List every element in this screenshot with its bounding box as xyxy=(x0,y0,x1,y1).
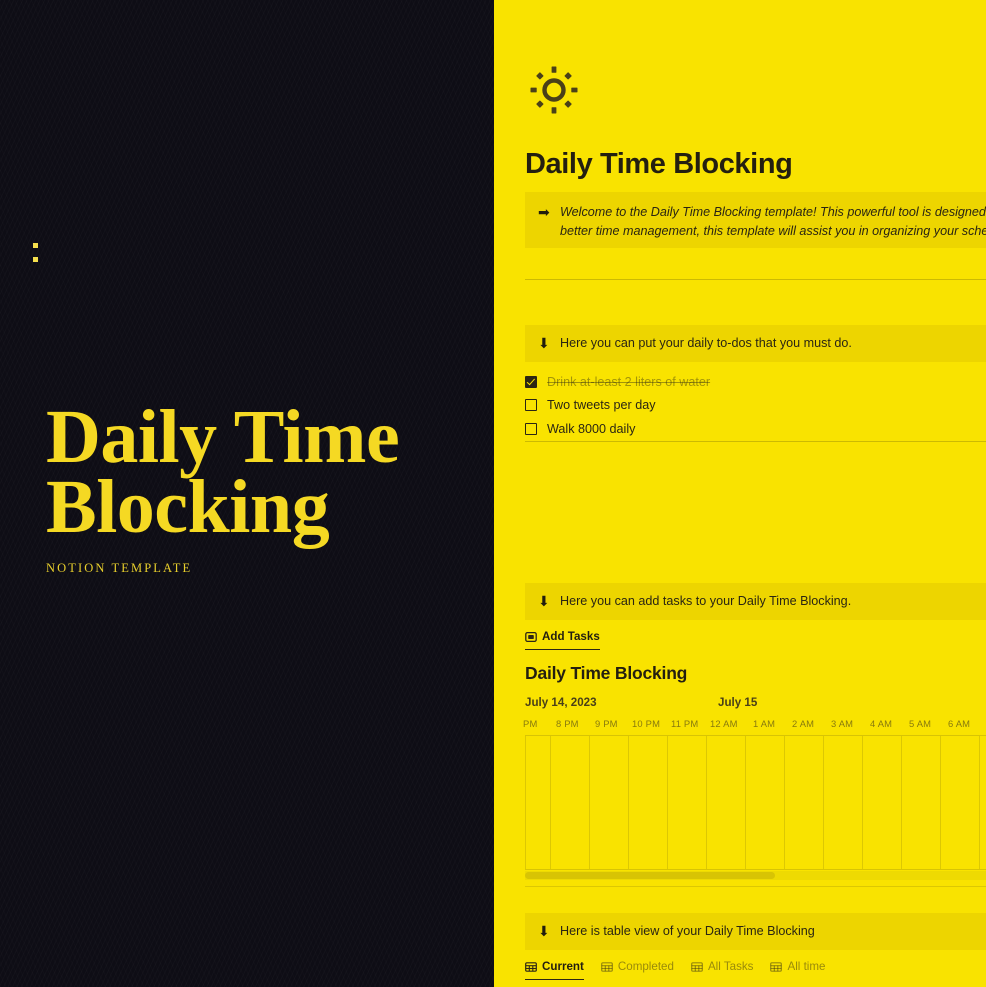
timeline-date: July 15 xyxy=(718,696,758,709)
todo-label: Drink at-least 2 liters of water xyxy=(547,374,711,389)
timeline-horizontal-scrollbar[interactable] xyxy=(525,871,986,880)
timeline-hour: 9 PM xyxy=(595,718,618,729)
sun-icon[interactable] xyxy=(529,65,579,115)
scrollbar-thumb[interactable] xyxy=(525,872,775,879)
cover-subtitle: NOTION TEMPLATE xyxy=(46,560,193,575)
callout-todos[interactable]: ⬇ Here you can put your daily to-dos tha… xyxy=(525,325,986,362)
gallery-view-tabs: Add Tasks xyxy=(525,630,600,650)
tab-add-tasks-label: Add Tasks xyxy=(542,630,600,643)
callout-welcome[interactable]: ➡ Welcome to the Daily Time Blocking tem… xyxy=(525,192,986,248)
timeline-hour-row: PM 8 PM 9 PM 10 PM 11 PM 12 AM 1 AM 2 AM… xyxy=(494,718,986,732)
tab-completed[interactable]: Completed xyxy=(600,960,674,980)
todo-checkbox[interactable] xyxy=(525,422,537,435)
tab-all-tasks-label: All Tasks xyxy=(707,960,754,973)
gallery-view-icon xyxy=(525,631,537,643)
tab-all-tasks[interactable]: All Tasks xyxy=(691,960,754,980)
todo-checkbox[interactable] xyxy=(525,375,537,388)
table-view-icon xyxy=(600,961,613,973)
cover-title-line-1: Daily Time xyxy=(46,395,400,479)
callout-welcome-text: Welcome to the Daily Time Blocking templ… xyxy=(560,205,986,238)
timeline-title: Daily Time Blocking xyxy=(525,663,688,683)
tab-all-time[interactable]: All time xyxy=(770,960,826,980)
tab-all-time-label: All time xyxy=(787,960,826,973)
arrow-down-icon: ⬇ xyxy=(538,593,550,609)
timeline-date: July 14, 2023 xyxy=(525,696,597,709)
notion-page: Daily Time Blocking ➡ Welcome to the Dai… xyxy=(494,0,986,987)
section-divider xyxy=(525,279,986,280)
timeline-hour: 2 AM xyxy=(792,718,815,729)
timeline-hour: 11 PM xyxy=(671,718,699,729)
timeline-hour: PM xyxy=(523,718,538,729)
todo-item[interactable]: Walk 8000 daily xyxy=(525,417,985,441)
cover-panel: Daily Time Blocking NOTION TEMPLATE xyxy=(0,0,494,987)
todo-item[interactable]: Two tweets per day xyxy=(525,394,985,418)
tab-completed-label: Completed xyxy=(617,960,674,973)
arrow-down-icon: ⬇ xyxy=(538,923,550,939)
timeline-hour: 4 AM xyxy=(870,718,893,729)
timeline-hour: 10 PM xyxy=(632,718,661,729)
callout-table-text: Here is table view of your Daily Time Bl… xyxy=(560,924,815,938)
timeline-hour: 12 AM xyxy=(710,718,738,729)
cover-title-line-2: Blocking xyxy=(46,464,330,549)
todo-label: Two tweets per day xyxy=(547,398,656,413)
callout-tasks-text: Here you can add tasks to your Daily Tim… xyxy=(560,594,852,608)
todo-checkbox[interactable] xyxy=(525,399,537,412)
timeline-bottom-rule xyxy=(525,886,986,887)
timeline-hour: 3 AM xyxy=(831,718,854,729)
arrow-down-icon: ⬇ xyxy=(538,335,550,351)
tab-add-tasks[interactable]: Add Tasks xyxy=(525,630,600,650)
table-view-icon xyxy=(691,961,703,973)
timeline-hour: 6 AM xyxy=(948,718,971,729)
table-view-tabs: Current Completed All Tasks All time xyxy=(525,960,826,980)
table-view-icon xyxy=(525,961,537,973)
arrow-right-icon: ➡ xyxy=(538,204,550,220)
tab-current-label: Current xyxy=(542,960,584,973)
todo-item[interactable]: Drink at-least 2 liters of water xyxy=(525,370,985,394)
timeline-hour: 8 PM xyxy=(556,718,579,729)
screenshot-root: Daily Time Blocking NOTION TEMPLATE Dail… xyxy=(0,0,986,987)
timeline-hour: 1 AM xyxy=(753,718,776,729)
todo-label: Walk 8000 daily xyxy=(547,421,636,436)
callout-table[interactable]: ⬇ Here is table view of your Daily Time … xyxy=(525,913,986,950)
callout-tasks[interactable]: ⬇ Here you can add tasks to your Daily T… xyxy=(525,583,986,620)
todo-list: Drink at-least 2 liters of water Two twe… xyxy=(525,370,985,441)
table-view-icon xyxy=(770,961,783,973)
section-divider xyxy=(525,441,986,442)
timeline-hour: 5 AM xyxy=(909,718,932,729)
timeline-grid[interactable] xyxy=(525,735,986,870)
decorative-colon-mark xyxy=(33,243,39,267)
cover-title-block: Daily Time Blocking NOTION TEMPLATE xyxy=(46,395,476,576)
tab-current[interactable]: Current xyxy=(525,960,584,980)
timeline-date-row: July 14, 2023 July 15 xyxy=(494,696,986,712)
page-title: Daily Time Blocking xyxy=(525,148,793,180)
callout-todos-text: Here you can put your daily to-dos that … xyxy=(560,336,852,350)
cover-title: Daily Time Blocking xyxy=(46,395,476,549)
